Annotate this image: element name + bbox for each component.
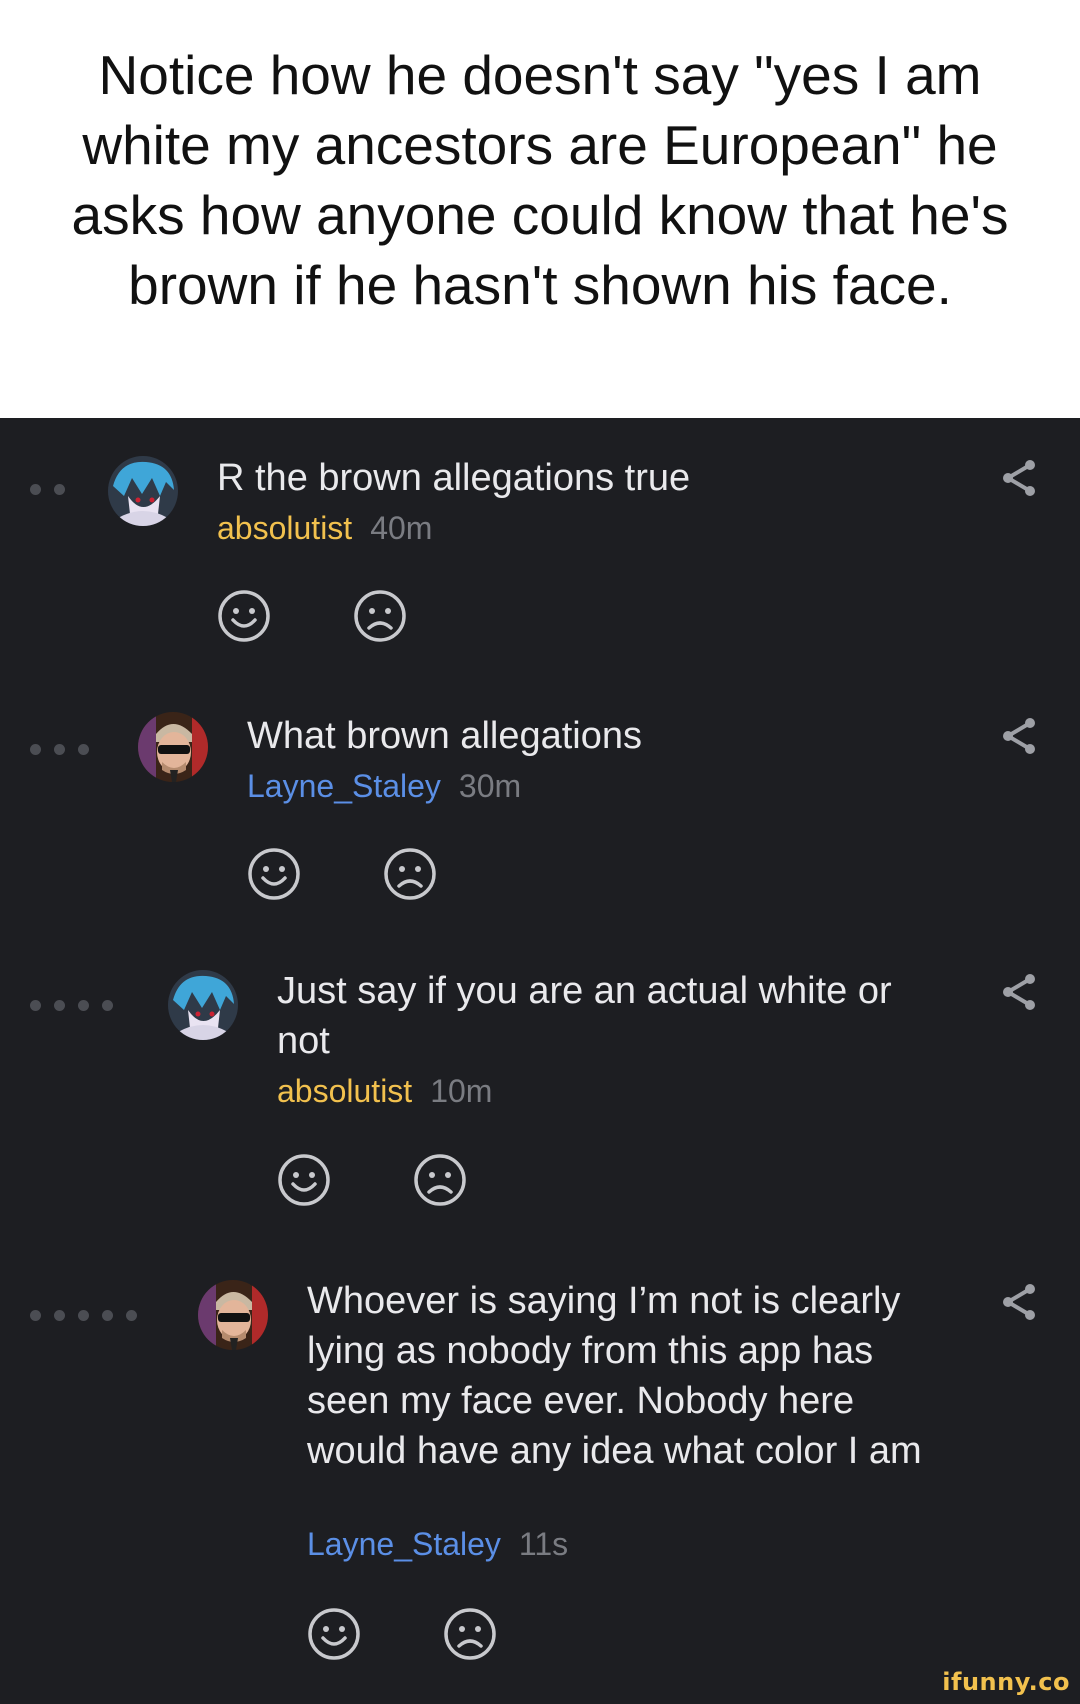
smile-icon[interactable]	[246, 846, 302, 902]
reaction-bar	[216, 588, 408, 644]
smile-icon[interactable]	[306, 1606, 362, 1662]
frown-icon[interactable]	[382, 846, 438, 902]
avatar[interactable]	[138, 712, 208, 782]
avatar[interactable]	[198, 1280, 268, 1350]
username[interactable]: Layne_Staley	[307, 1526, 501, 1562]
avatar[interactable]	[108, 456, 178, 526]
smile-icon[interactable]	[276, 1152, 332, 1208]
timestamp: 40m	[370, 510, 433, 546]
share-icon[interactable]	[1000, 1282, 1040, 1322]
username[interactable]: absolutist	[217, 510, 352, 546]
frown-icon[interactable]	[352, 588, 408, 644]
caption-text: Notice how he doesn't say "yes I am whit…	[71, 44, 1009, 316]
comment-meta: Layne_Staley 11s	[307, 1524, 568, 1564]
smile-icon[interactable]	[216, 588, 272, 644]
comment-meta: absolutist 40m	[217, 508, 432, 548]
avatar[interactable]	[168, 970, 238, 1040]
comment-text: Whoever is saying I’m not is clearly lyi…	[307, 1280, 922, 1472]
watermark-logo: ifunny.co	[942, 1668, 1070, 1696]
comment-thread: R the brown allegations true absolutist 4…	[0, 418, 1080, 1704]
caption-panel: Notice how he doesn't say "yes I am whit…	[0, 0, 1080, 418]
username[interactable]: Layne_Staley	[247, 768, 441, 804]
reaction-bar	[246, 846, 438, 902]
comment-meta: Layne_Staley 30m	[247, 766, 521, 806]
frown-icon[interactable]	[442, 1606, 498, 1662]
share-icon[interactable]	[1000, 716, 1040, 756]
timestamp: 11s	[518, 1526, 569, 1562]
reaction-bar	[306, 1606, 498, 1662]
thread-depth-indicator	[30, 484, 65, 495]
share-icon[interactable]	[1000, 458, 1040, 498]
comment-text: Just say if you are an actual white or n…	[277, 970, 892, 1062]
username[interactable]: absolutist	[277, 1073, 412, 1109]
frown-icon[interactable]	[412, 1152, 468, 1208]
reaction-bar	[276, 1152, 468, 1208]
thread-depth-indicator	[30, 744, 89, 755]
comment-text: What brown allegations	[247, 715, 642, 757]
thread-depth-indicator	[30, 1310, 137, 1321]
timestamp: 10m	[430, 1073, 493, 1109]
comment-text: R the brown allegations true	[217, 457, 691, 499]
share-icon[interactable]	[1000, 972, 1040, 1012]
comment-meta: absolutist 10m	[277, 1071, 492, 1111]
timestamp: 30m	[458, 768, 522, 804]
thread-depth-indicator	[30, 1000, 113, 1011]
